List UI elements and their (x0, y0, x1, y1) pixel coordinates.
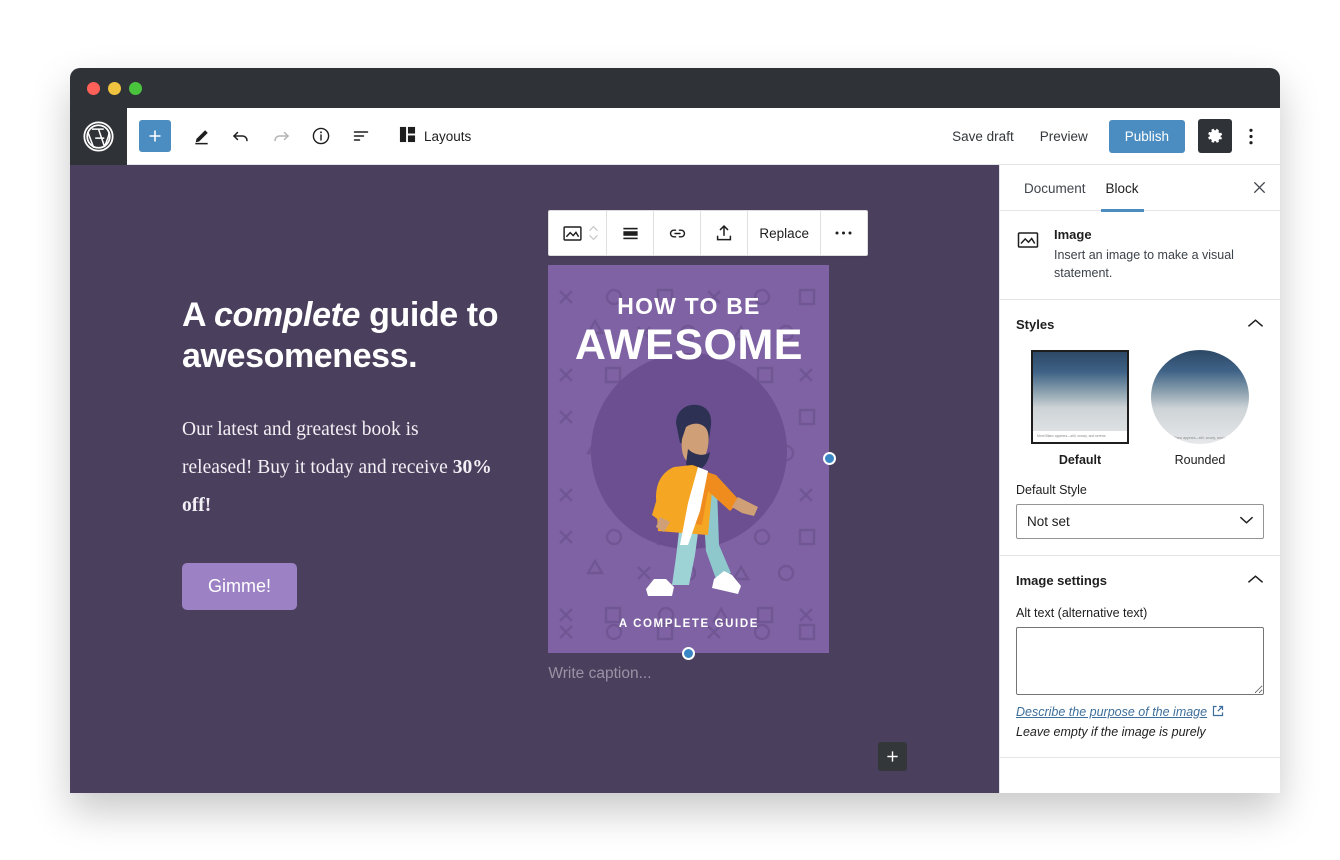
layouts-button[interactable]: Layouts (391, 118, 479, 154)
sidebar-tabs: Document Block (1000, 165, 1280, 212)
save-draft-button[interactable]: Save draft (941, 121, 1025, 152)
edit-tool-button[interactable] (183, 118, 219, 154)
default-style-select-wrap: Not set Default Rounded (1016, 503, 1264, 539)
settings-gear-button[interactable] (1198, 119, 1232, 153)
tab-block[interactable]: Block (1096, 165, 1149, 212)
gimme-cta-button[interactable]: Gimme! (182, 562, 297, 610)
block-card-title: Image (1054, 227, 1092, 242)
alt-text-label: Alt text (alternative text) (1016, 605, 1148, 620)
replace-group: Replace (748, 211, 821, 255)
window-minimize-button[interactable] (108, 81, 121, 95)
default-style-label: Default Style (1016, 482, 1087, 497)
chevron-up-icon[interactable] (1247, 316, 1264, 334)
image-resize-handle-right[interactable] (823, 452, 837, 465)
book-cover-image: HOW TO BE AWESOME A COMPLETE GUIDE (548, 265, 830, 653)
style-thumb-rounded: Mont Blanc appears—still, snowy, and ser… (1151, 349, 1249, 444)
preview-button[interactable]: Preview (1029, 121, 1099, 152)
block-mover-up-down-arrows-icon[interactable] (588, 225, 603, 241)
styles-panel: Styles Mont Blanc appears—still, snowy, … (1000, 300, 1280, 556)
image-settings-header[interactable]: Image settings (1016, 572, 1264, 590)
hero-heading-p1: A (182, 296, 214, 334)
alt-text-input[interactable] (1016, 626, 1264, 695)
block-more-group (821, 211, 867, 255)
editor-body: A complete guide to awesomeness. Our lat… (70, 165, 1280, 793)
cover-footer-text: A COMPLETE GUIDE (618, 618, 760, 630)
editor-toolbar: Layouts Save draft Preview Publish (70, 107, 1280, 165)
cover-title-line1: HOW TO BE (617, 293, 761, 319)
canvas-add-block-button[interactable] (878, 742, 907, 771)
editor-canvas[interactable]: A complete guide to awesomeness. Our lat… (70, 165, 999, 793)
redo-button[interactable] (263, 118, 299, 154)
styles-panel-title: Styles (1016, 317, 1055, 332)
content-info-button[interactable] (303, 118, 339, 154)
style-thumb-default: Mont Blanc appears—still, snowy, and ser… (1031, 349, 1129, 444)
link-icon[interactable] (657, 211, 697, 255)
replace-button[interactable]: Replace (751, 211, 817, 255)
link-group (654, 211, 702, 255)
styles-panel-header[interactable]: Styles (1016, 316, 1264, 334)
align-full-width-icon[interactable] (610, 211, 650, 255)
settings-sidebar: Document Block Image Insert an image to … (999, 165, 1280, 793)
align-group (607, 211, 655, 255)
close-sidebar-icon[interactable] (1242, 171, 1276, 205)
block-card-section: Image Insert an image to make a visual s… (1000, 211, 1280, 300)
chevron-up-icon[interactable] (1247, 572, 1264, 590)
default-style-select[interactable]: Not set Default Rounded (1016, 503, 1264, 539)
selected-image-block[interactable]: HOW TO BE AWESOME A COMPLETE GUIDE (548, 265, 837, 660)
window-maximize-button[interactable] (129, 81, 142, 95)
upload-icon[interactable] (704, 211, 744, 255)
style-label-rounded: Rounded (1174, 452, 1226, 467)
style-option-default[interactable]: Mont Blanc appears—still, snowy, and ser… (1031, 349, 1129, 467)
alt-help-text: Leave empty if the image is purely (1016, 725, 1206, 739)
wordpress-logo-icon[interactable] (70, 107, 127, 165)
image-icon (1016, 228, 1040, 252)
window-close-button[interactable] (87, 81, 100, 95)
layouts-label: Layouts (424, 128, 472, 144)
toolbar-left-tools: Layouts (127, 118, 479, 154)
block-type-image-icon[interactable] (552, 211, 592, 255)
more-options-button[interactable] (1236, 119, 1266, 153)
describe-image-link-label: Describe the purpose of the image (1016, 705, 1208, 719)
publish-button[interactable]: Publish (1108, 119, 1185, 153)
style-thumb-caption-default: Mont Blanc appears—still, snowy, and ser… (1033, 430, 1127, 442)
cover-title-line2: AWESOME (574, 321, 803, 369)
describe-image-link[interactable]: Describe the purpose of the image (1016, 705, 1224, 720)
add-block-button[interactable] (139, 120, 171, 152)
browser-window: Layouts Save draft Preview Publish A com… (70, 68, 1280, 793)
hero-text-column: A complete guide to awesomeness. Our lat… (70, 165, 548, 793)
hero-paragraph[interactable]: Our latest and greatest book is released… (182, 411, 492, 525)
cover-block: A complete guide to awesomeness. Our lat… (70, 165, 999, 793)
external-link-icon (1212, 705, 1224, 720)
image-column: Replace HOW TO BE AWESOME A COMPLETE GUI… (548, 165, 999, 793)
tab-document[interactable]: Document (1014, 165, 1096, 211)
hero-heading-italic: complete (213, 296, 361, 334)
style-label-default: Default (1058, 452, 1102, 467)
image-caption-input[interactable]: Write caption... (548, 665, 651, 683)
image-settings-panel: Image settings Alt text (alternative tex… (1000, 556, 1280, 759)
block-more-options-button[interactable] (824, 211, 864, 255)
cover-illustration-person (645, 404, 758, 596)
style-option-rounded[interactable]: Mont Blanc appears—still, snowy, and ser… (1151, 349, 1249, 467)
toolbar-right-tools: Save draft Preview Publish (941, 119, 1280, 153)
block-card-description: Insert an image to make a visual stateme… (1054, 248, 1234, 280)
upload-group (701, 211, 749, 255)
window-titlebar (70, 68, 1280, 108)
block-info-card: Image Insert an image to make a visual s… (1016, 227, 1264, 283)
layouts-grid-icon (399, 126, 416, 146)
hero-heading[interactable]: A complete guide to awesomeness. (182, 295, 512, 377)
image-settings-title: Image settings (1016, 573, 1108, 588)
undo-button[interactable] (223, 118, 259, 154)
block-navigation-button[interactable] (343, 118, 379, 154)
block-type-group (549, 211, 608, 255)
hero-paragraph-text: Our latest and greatest book is released… (182, 418, 453, 478)
style-options: Mont Blanc appears—still, snowy, and ser… (1016, 349, 1264, 467)
cover-title: HOW TO BE AWESOME (548, 293, 829, 370)
style-thumb-caption-rounded: Mont Blanc appears—still, snowy, and ser… (1165, 435, 1235, 440)
image-resize-handle-bottom[interactable] (681, 647, 695, 660)
block-toolbar: Replace (548, 210, 868, 256)
